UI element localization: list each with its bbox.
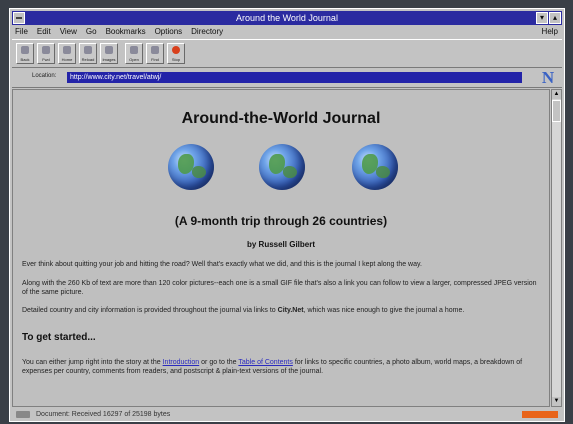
- page-title: Around-the-World Journal: [181, 110, 381, 127]
- para3-text-end: , which was nice enough to give the jour…: [303, 307, 465, 314]
- images-button[interactable]: Images: [100, 43, 118, 64]
- forward-label: Fwd: [42, 57, 50, 62]
- netscape-logo-icon[interactable]: N: [538, 69, 558, 86]
- images-icon: [105, 46, 113, 54]
- menu-edit[interactable]: Edit: [37, 26, 51, 38]
- browser-window: Around the World Journal ▾ ▴ File Edit V…: [9, 8, 565, 422]
- section-heading: To get started...: [22, 332, 96, 343]
- introduction-link[interactable]: Introduction: [163, 359, 200, 366]
- system-menu-button[interactable]: [13, 12, 25, 24]
- status-bar: Document: Received 16297 of 25198 bytes: [12, 409, 562, 420]
- forward-button[interactable]: Fwd: [37, 43, 55, 64]
- menu-view[interactable]: View: [60, 26, 77, 38]
- para3-text: Detailed country and city information is…: [22, 307, 278, 314]
- home-icon: [63, 46, 71, 54]
- open-label: Open: [129, 57, 139, 62]
- globe-row: [13, 144, 549, 194]
- find-label: Find: [151, 57, 159, 62]
- menu-help[interactable]: Help: [542, 26, 558, 38]
- reload-label: Reload: [81, 57, 95, 62]
- globe-icon: [168, 144, 214, 190]
- title-bar[interactable]: Around the World Journal ▾ ▴: [12, 11, 562, 25]
- open-icon: [130, 46, 138, 54]
- location-label: Location:: [32, 73, 57, 79]
- security-key-icon: [16, 411, 30, 418]
- table-of-contents-link[interactable]: Table of Contents: [238, 359, 292, 366]
- paragraph-pictures: Along with the 260 Kb of text are more t…: [22, 280, 537, 296]
- paragraph-start: You can either jump right into the story…: [22, 358, 540, 376]
- para4-text: You can either jump right into the story…: [22, 359, 163, 366]
- menu-bookmarks[interactable]: Bookmarks: [106, 26, 146, 38]
- menu-file[interactable]: File: [15, 26, 28, 38]
- paragraph-intro: Ever think about quitting your job and h…: [22, 261, 422, 268]
- home-label: Home: [61, 57, 73, 62]
- progress-indicator: [522, 411, 558, 418]
- byline: by Russell Gilbert: [246, 240, 316, 249]
- stop-button[interactable]: Stop: [167, 43, 185, 64]
- menu-bar: File Edit View Go Bookmarks Options Dire…: [12, 26, 562, 38]
- scroll-thumb[interactable]: [552, 100, 561, 122]
- window-controls: ▾ ▴: [536, 12, 561, 24]
- find-icon: [151, 46, 159, 54]
- maximize-button[interactable]: ▴: [549, 12, 561, 24]
- back-arrow-icon: [21, 46, 29, 54]
- page-content: Around-the-World Journal (A 9-month trip…: [12, 89, 550, 407]
- back-label: Back: [20, 57, 30, 62]
- menu-directory[interactable]: Directory: [191, 26, 223, 38]
- globe-icon: [259, 144, 305, 190]
- toolbar: Back Fwd Home Reload Images Open Find St…: [12, 39, 562, 68]
- vertical-scrollbar[interactable]: ▲ ▼: [551, 89, 562, 407]
- open-button[interactable]: Open: [125, 43, 143, 64]
- page-subtitle: (A 9-month trip through 26 countries): [174, 214, 388, 228]
- stop-label: Stop: [171, 57, 181, 62]
- stop-icon: [172, 46, 180, 54]
- menu-go[interactable]: Go: [86, 26, 97, 38]
- paragraph-citynet: Detailed country and city information is…: [22, 306, 540, 315]
- location-bar: Location: http://www.city.net/travel/atw…: [12, 69, 562, 88]
- minimize-button[interactable]: ▾: [536, 12, 548, 24]
- para4-text-mid: or go to the: [199, 359, 239, 366]
- home-button[interactable]: Home: [58, 43, 76, 64]
- status-text: Document: Received 16297 of 25198 bytes: [36, 411, 171, 418]
- menu-options[interactable]: Options: [155, 26, 183, 38]
- citynet-name: City.Net: [277, 307, 304, 314]
- globe-icon: [352, 144, 398, 190]
- find-button[interactable]: Find: [146, 43, 164, 64]
- url-input[interactable]: http://www.city.net/travel/atwj/: [67, 72, 522, 83]
- scroll-up-arrow-icon[interactable]: ▲: [552, 90, 561, 99]
- forward-arrow-icon: [42, 46, 50, 54]
- window-title: Around the World Journal: [236, 13, 338, 23]
- images-label: Images: [102, 57, 116, 62]
- scroll-down-arrow-icon[interactable]: ▼: [552, 397, 561, 406]
- reload-icon: [84, 46, 92, 54]
- reload-button[interactable]: Reload: [79, 43, 97, 64]
- back-button[interactable]: Back: [16, 43, 34, 64]
